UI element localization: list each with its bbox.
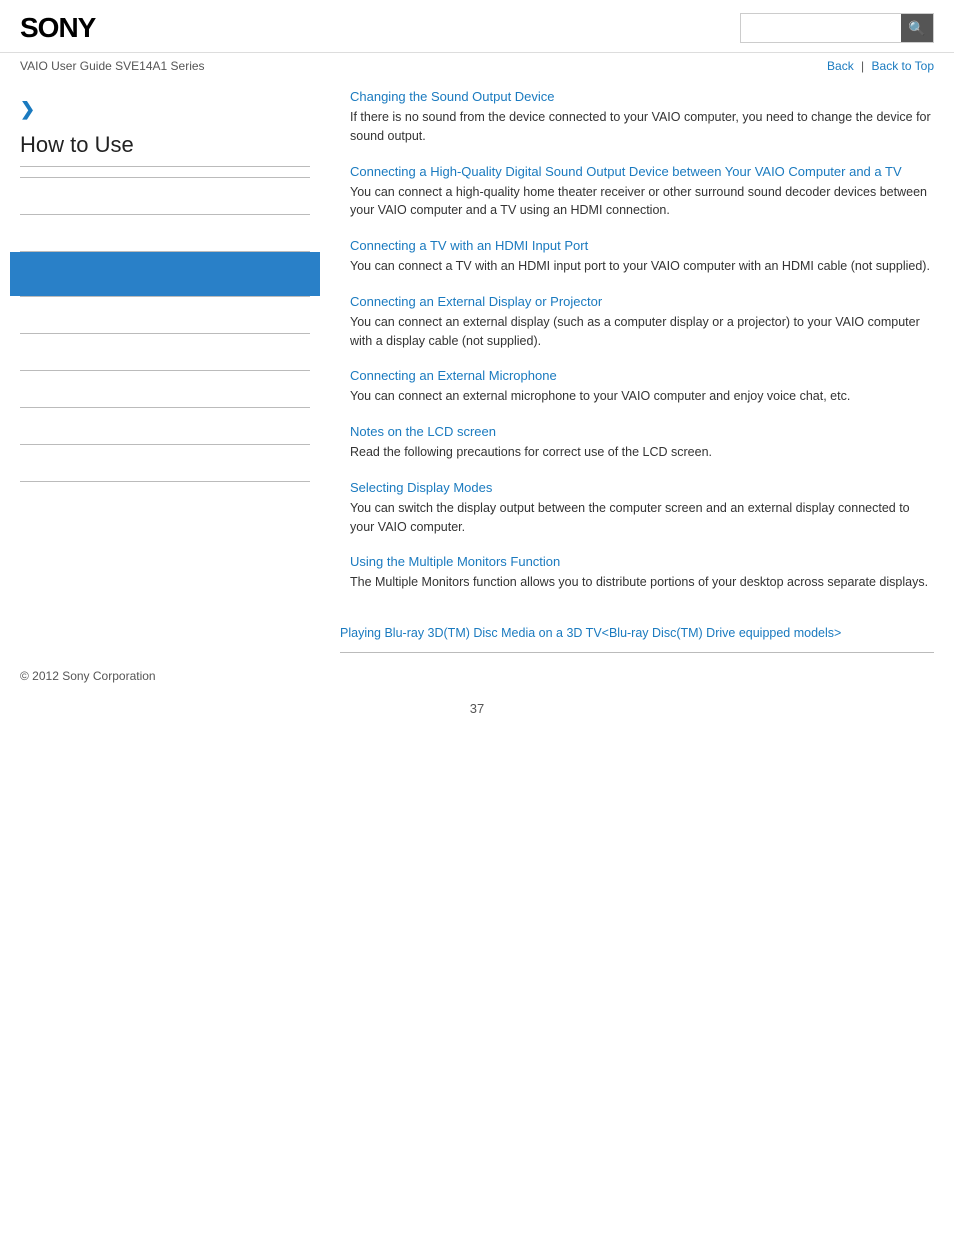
link-multiple-monitors[interactable]: Using the Multiple Monitors Function <box>350 554 934 569</box>
separator: | <box>861 59 864 73</box>
content-section-4: Connecting an External Display or Projec… <box>350 294 934 351</box>
page-header: SONY 🔍 <box>0 0 954 53</box>
desc-multiple-monitors: The Multiple Monitors function allows yo… <box>350 573 934 592</box>
search-input[interactable] <box>741 14 901 42</box>
desc-display-modes: You can switch the display output betwee… <box>350 499 934 537</box>
content-section-6: Notes on the LCD screen Read the followi… <box>350 424 934 462</box>
content-section-8: Using the Multiple Monitors Function The… <box>350 554 934 592</box>
desc-connecting-display: You can connect an external display (suc… <box>350 313 934 351</box>
back-to-top-link[interactable]: Back to Top <box>872 59 934 73</box>
sidebar-item-5[interactable] <box>20 334 310 370</box>
content-section-1: Changing the Sound Output Device If ther… <box>350 89 934 146</box>
link-connecting-hq[interactable]: Connecting a High-Quality Digital Sound … <box>350 164 934 179</box>
desc-lcd-notes: Read the following precautions for corre… <box>350 443 934 462</box>
page-number: 37 <box>0 691 954 736</box>
bottom-nav-area: Playing Blu-ray 3D(TM) Disc Media on a 3… <box>0 610 954 648</box>
link-connecting-display[interactable]: Connecting an External Display or Projec… <box>350 294 934 309</box>
sidebar-item-4[interactable] <box>20 297 310 333</box>
content-section-5: Connecting an External Microphone You ca… <box>350 368 934 406</box>
desc-changing-sound: If there is no sound from the device con… <box>350 108 934 146</box>
desc-connecting-tv: You can connect a TV with an HDMI input … <box>350 257 934 276</box>
guide-title: VAIO User Guide SVE14A1 Series <box>20 59 205 73</box>
content-section-2: Connecting a High-Quality Digital Sound … <box>350 164 934 221</box>
sidebar-title: How to Use <box>20 132 310 167</box>
content-area: Changing the Sound Output Device If ther… <box>330 89 934 610</box>
main-layout: ❯ How to Use Changing the Sound Output D… <box>0 89 954 610</box>
sidebar-item-3-active[interactable] <box>10 252 320 296</box>
bottom-nav-link[interactable]: Playing Blu-ray 3D(TM) Disc Media on a 3… <box>340 626 934 640</box>
desc-connecting-mic: You can connect an external microphone t… <box>350 387 934 406</box>
link-lcd-notes[interactable]: Notes on the LCD screen <box>350 424 934 439</box>
sidebar-items-list <box>20 177 310 482</box>
breadcrumb-arrow[interactable]: ❯ <box>20 99 310 120</box>
search-icon: 🔍 <box>908 20 925 37</box>
sidebar-divider-8 <box>20 481 310 482</box>
subheader: VAIO User Guide SVE14A1 Series Back | Ba… <box>0 53 954 79</box>
sidebar-item-7[interactable] <box>20 408 310 444</box>
sidebar: ❯ How to Use <box>20 89 330 610</box>
nav-links: Back | Back to Top <box>827 59 934 73</box>
sidebar-item-2[interactable] <box>20 215 310 251</box>
sidebar-item-6[interactable] <box>20 371 310 407</box>
link-connecting-tv[interactable]: Connecting a TV with an HDMI Input Port <box>350 238 934 253</box>
sidebar-item-1[interactable] <box>20 178 310 214</box>
copyright: © 2012 Sony Corporation <box>20 669 156 683</box>
search-button[interactable]: 🔍 <box>901 14 933 42</box>
back-link[interactable]: Back <box>827 59 854 73</box>
content-section-3: Connecting a TV with an HDMI Input Port … <box>350 238 934 276</box>
link-changing-sound[interactable]: Changing the Sound Output Device <box>350 89 934 104</box>
sony-logo: SONY <box>20 12 95 44</box>
content-section-7: Selecting Display Modes You can switch t… <box>350 480 934 537</box>
sidebar-item-8[interactable] <box>20 445 310 481</box>
desc-connecting-hq: You can connect a high-quality home thea… <box>350 183 934 221</box>
link-display-modes[interactable]: Selecting Display Modes <box>350 480 934 495</box>
link-connecting-mic[interactable]: Connecting an External Microphone <box>350 368 934 383</box>
footer: © 2012 Sony Corporation <box>0 653 954 691</box>
search-box: 🔍 <box>740 13 934 43</box>
